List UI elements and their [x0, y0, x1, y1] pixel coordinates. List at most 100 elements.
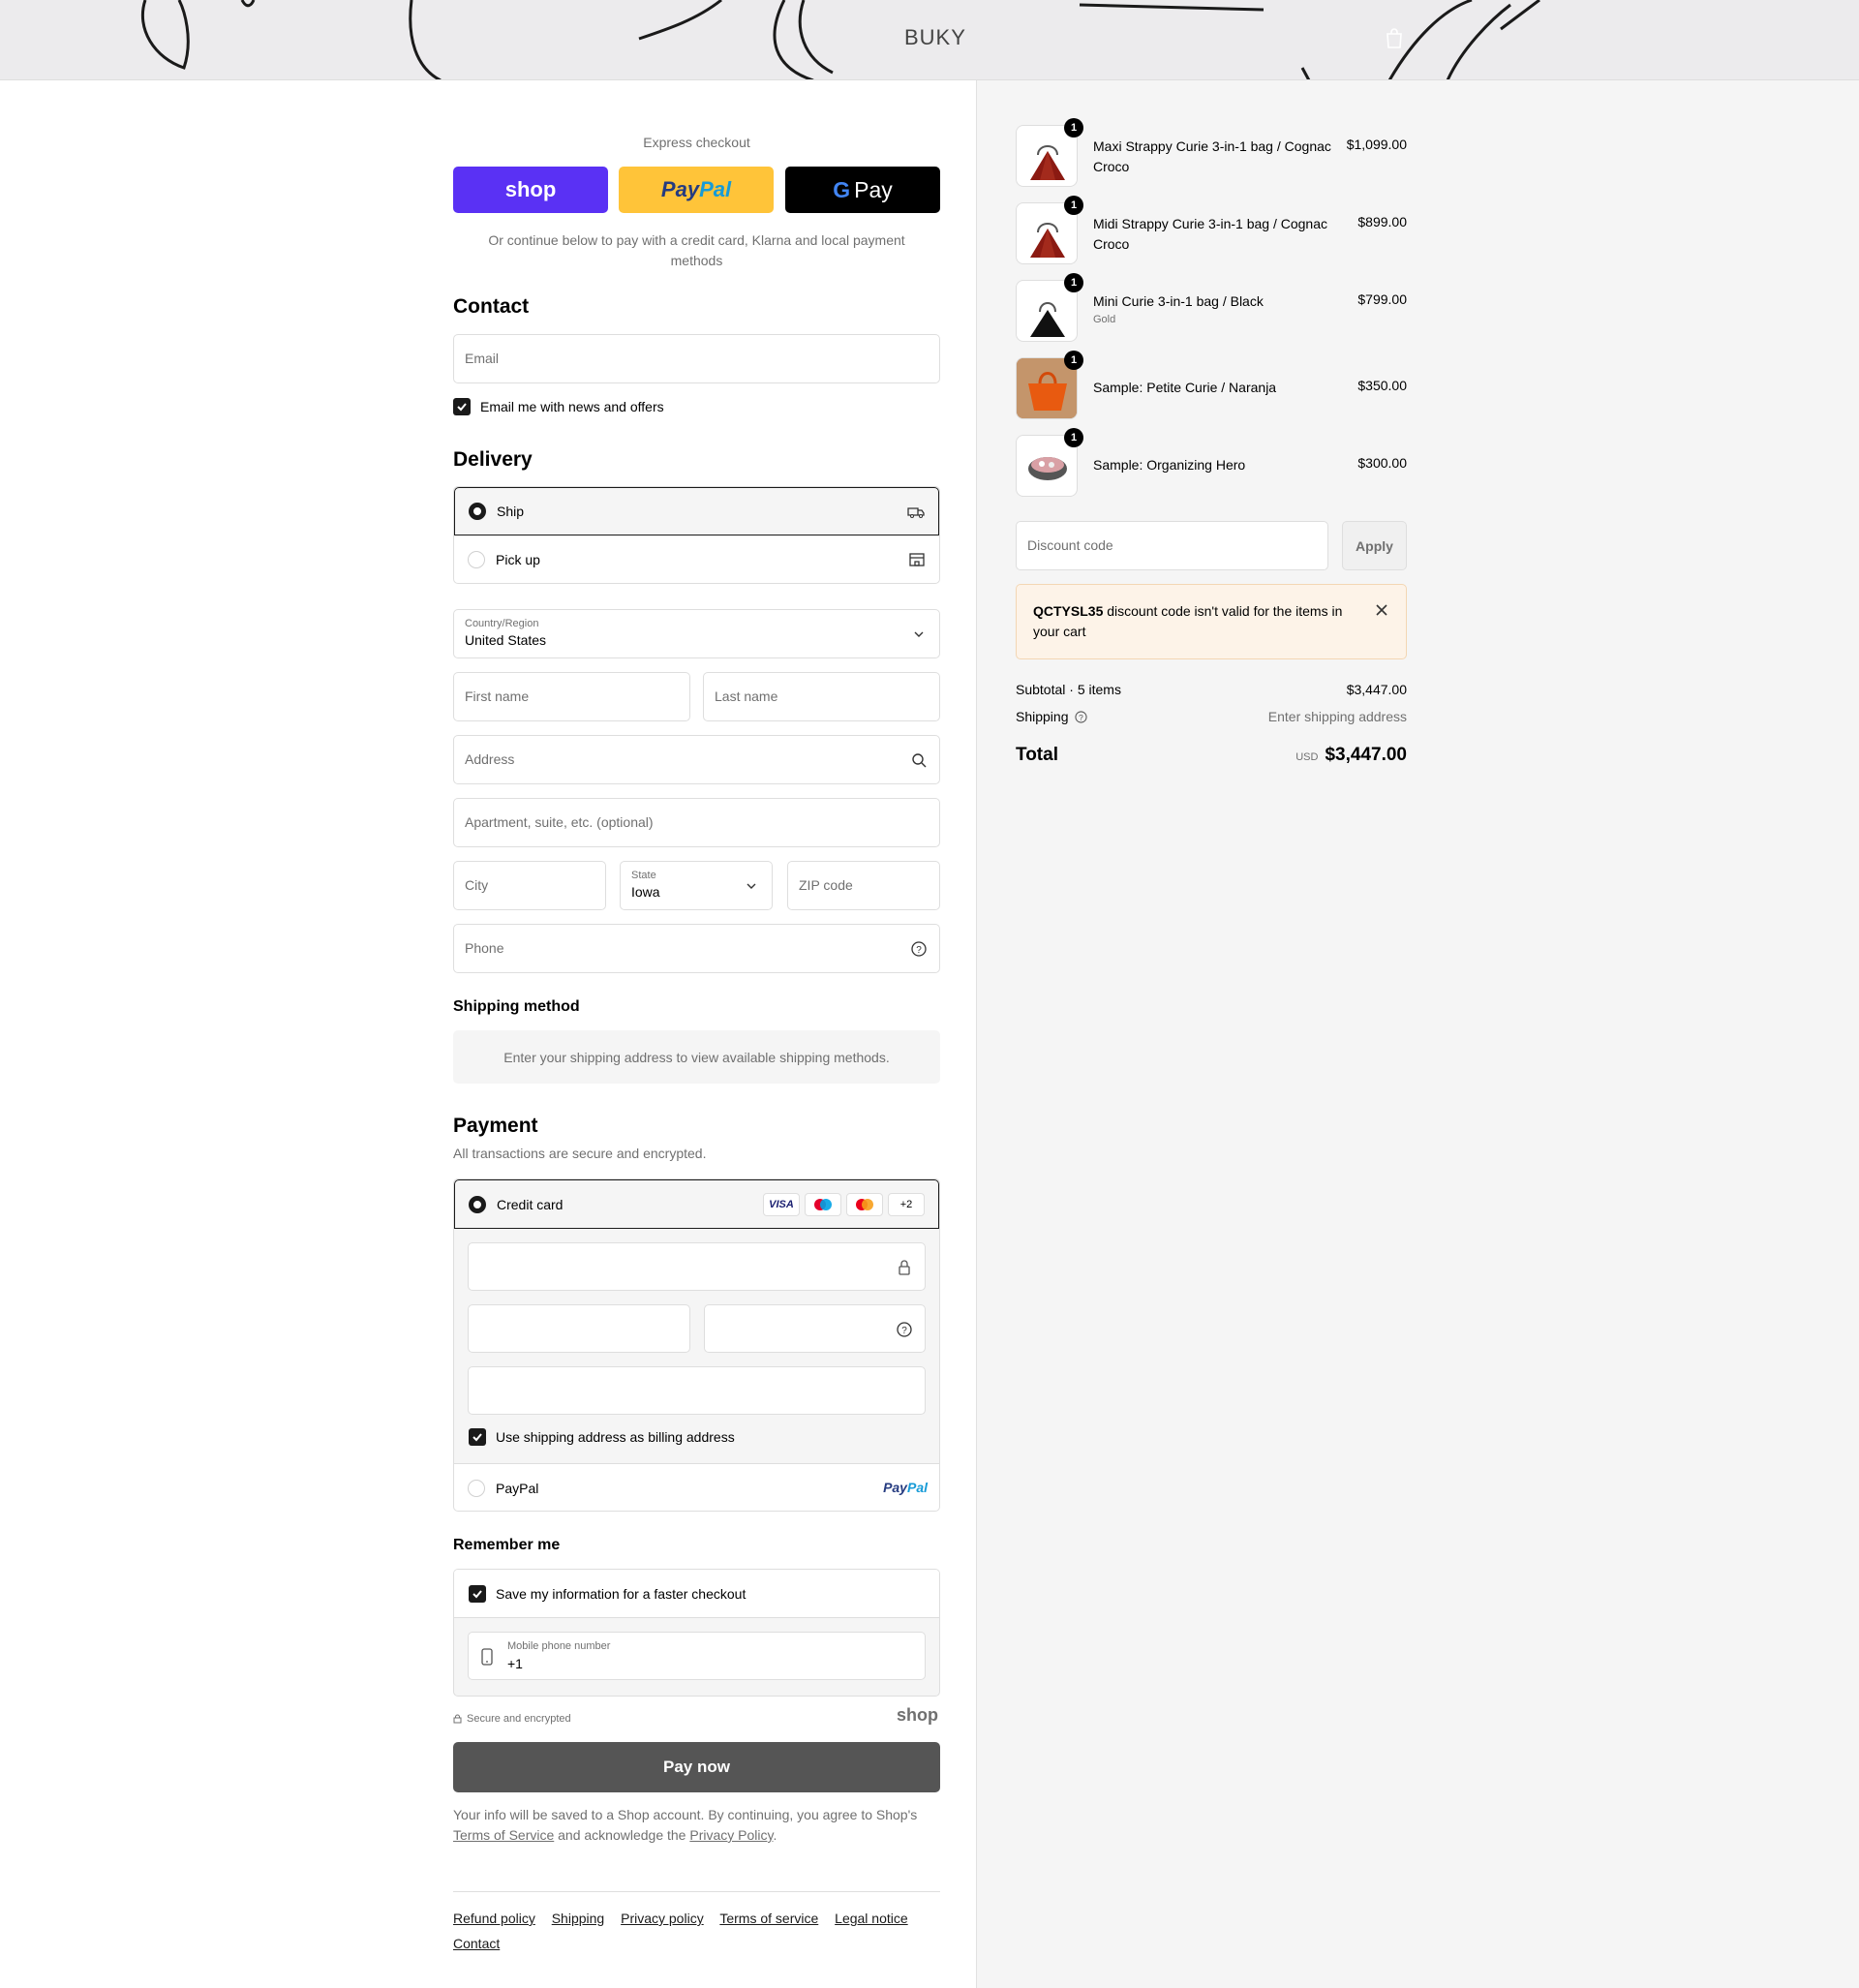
address-placeholder: Address	[465, 751, 515, 767]
chevron-down-icon	[747, 883, 756, 889]
item-name: Midi Strappy Curie 3-in-1 bag / Cognac C…	[1093, 216, 1328, 252]
quantity-badge: 1	[1064, 428, 1083, 447]
security-code-field[interactable]: ?	[704, 1304, 926, 1353]
credit-card-panel: ? Use shipping address as billing addres…	[454, 1229, 939, 1463]
privacy-policy-footer-link[interactable]: Privacy policy	[621, 1911, 704, 1926]
credit-card-label: Credit card	[497, 1196, 564, 1212]
quantity-badge: 1	[1064, 351, 1083, 370]
discount-error-text: QCTYSL35 discount code isn't valid for t…	[1033, 601, 1353, 642]
quantity-badge: 1	[1064, 118, 1083, 138]
zip-field[interactable]: ZIP code	[787, 861, 940, 910]
city-placeholder: City	[465, 877, 489, 893]
save-info-label: Save my information for a faster checkou…	[496, 1586, 747, 1602]
legal-notice-link[interactable]: Legal notice	[835, 1911, 908, 1926]
item-name: Sample: Organizing Hero	[1093, 457, 1246, 473]
mobile-phone-label: Mobile phone number	[507, 1640, 611, 1652]
terms-of-service-link[interactable]: Terms of Service	[453, 1827, 554, 1843]
refund-policy-link[interactable]: Refund policy	[453, 1911, 535, 1926]
shop-logo: shop	[897, 1705, 938, 1725]
last-name-field[interactable]: Last name	[703, 672, 940, 721]
google-pay-button[interactable]: G Pay	[785, 167, 940, 213]
legal-text-part1: Your info will be saved to a Shop accoun…	[453, 1807, 918, 1822]
google-pay-label: Pay	[854, 176, 893, 202]
checkout-form-column: Express checkout shop PayPal G Pay Or co…	[0, 80, 976, 1988]
item-price: $350.00	[1357, 378, 1407, 393]
help-circle-icon[interactable]: ?	[896, 1321, 913, 1338]
more-cards-badge: +2	[888, 1193, 925, 1216]
item-price: $1,099.00	[1346, 137, 1407, 152]
country-select[interactable]: Country/Region United States	[453, 609, 940, 658]
paypal-option[interactable]: PayPal PayPal	[454, 1463, 939, 1511]
footer-links: Refund policy Shipping Privacy policy Te…	[453, 1906, 940, 1956]
apply-discount-button[interactable]: Apply	[1342, 521, 1407, 570]
visa-icon: VISA	[763, 1193, 800, 1216]
email-placeholder: Email	[465, 351, 500, 366]
state-label: State	[631, 870, 656, 881]
city-field[interactable]: City	[453, 861, 606, 910]
cart-item: 1 Midi Strappy Curie 3-in-1 bag / Cognac…	[1016, 196, 1407, 264]
radio-unselected-icon	[468, 1479, 485, 1497]
card-brand-badges: VISA +2	[758, 1193, 925, 1216]
store-logo[interactable]: BUKY	[904, 25, 966, 50]
bag-icon[interactable]	[1385, 27, 1404, 48]
shop-pay-button[interactable]: shop	[453, 167, 608, 213]
first-name-field[interactable]: First name	[453, 672, 690, 721]
country-label: Country/Region	[465, 618, 539, 629]
ship-option[interactable]: Ship	[454, 487, 939, 535]
phone-field[interactable]: Phone ?	[453, 924, 940, 973]
contact-link[interactable]: Contact	[453, 1936, 500, 1951]
checkbox-checked-icon	[469, 1585, 486, 1603]
privacy-policy-link[interactable]: Privacy Policy	[689, 1827, 773, 1843]
news-checkbox-label: Email me with news and offers	[480, 399, 664, 414]
contact-title: Contact	[453, 295, 530, 318]
mobile-phone-field[interactable]: Mobile phone number +1	[468, 1632, 926, 1680]
credit-card-option[interactable]: Credit card VISA +2	[454, 1179, 939, 1229]
mobile-phone-icon	[481, 1648, 493, 1666]
close-icon[interactable]	[1375, 603, 1388, 617]
terms-of-service-footer-link[interactable]: Terms of service	[719, 1911, 818, 1926]
cart-item: 1 Sample: Organizing Hero $300.00	[1016, 428, 1407, 497]
last-name-placeholder: Last name	[715, 688, 778, 704]
expiration-field[interactable]	[468, 1304, 690, 1353]
item-price: $899.00	[1357, 214, 1407, 229]
pickup-option-label: Pick up	[496, 552, 540, 567]
subtotal-value: $3,447.00	[1346, 682, 1407, 697]
discount-code-field[interactable]: Discount code	[1016, 521, 1328, 570]
or-continue-text: Or continue below to pay with a credit c…	[488, 232, 905, 268]
shipping-value: Enter shipping address	[1267, 709, 1407, 724]
address-field[interactable]: Address	[453, 735, 940, 784]
cart-item: 1 Mini Curie 3-in-1 bag / Black Gold $79…	[1016, 273, 1407, 342]
cart-item: 1 Maxi Strappy Curie 3-in-1 bag / Cognac…	[1016, 118, 1407, 187]
state-select[interactable]: State Iowa	[620, 861, 773, 910]
email-field[interactable]: Email	[453, 334, 940, 383]
billing-address-checkbox[interactable]: Use shipping address as billing address	[469, 1428, 735, 1446]
delivery-method-group: Ship Pick up	[453, 486, 940, 584]
name-on-card-field[interactable]	[468, 1366, 926, 1415]
card-number-field[interactable]	[468, 1242, 926, 1291]
radio-selected-icon	[469, 503, 486, 520]
mobile-phone-value: +1	[507, 1656, 523, 1671]
paypal-button[interactable]: PayPal	[619, 167, 774, 213]
ship-option-label: Ship	[497, 504, 525, 519]
lock-icon	[899, 1260, 910, 1275]
pay-now-button[interactable]: Pay now	[453, 1742, 940, 1792]
help-circle-icon[interactable]: ?	[910, 940, 928, 958]
truck-icon	[907, 507, 925, 518]
zip-placeholder: ZIP code	[799, 877, 853, 893]
mastercard-icon	[846, 1193, 883, 1216]
express-checkout-label: Express checkout	[643, 135, 750, 150]
apartment-field[interactable]: Apartment, suite, etc. (optional)	[453, 798, 940, 847]
payment-title: Payment	[453, 1115, 538, 1137]
shipping-link[interactable]: Shipping	[552, 1911, 605, 1926]
save-info-row: Save my information for a faster checkou…	[454, 1570, 939, 1618]
checkbox-checked-icon	[469, 1428, 486, 1446]
svg-text:?: ?	[1079, 712, 1083, 721]
save-info-checkbox[interactable]: Save my information for a faster checkou…	[469, 1585, 746, 1603]
footer-divider	[453, 1891, 940, 1892]
pickup-option[interactable]: Pick up	[454, 535, 939, 583]
help-circle-icon[interactable]: ?	[1074, 710, 1087, 723]
item-name: Maxi Strappy Curie 3-in-1 bag / Cognac C…	[1093, 138, 1331, 174]
news-checkbox[interactable]: Email me with news and offers	[453, 398, 664, 415]
chevron-down-icon	[914, 631, 924, 637]
shipping-label: Shipping	[1016, 709, 1069, 724]
